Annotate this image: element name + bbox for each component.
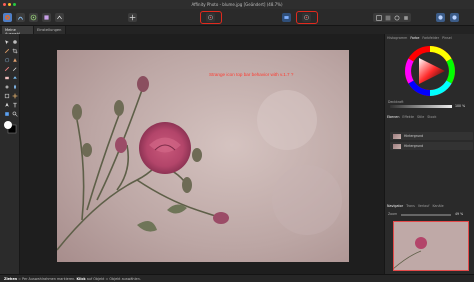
selection-mode-group (373, 13, 411, 22)
layer-thumbnail (393, 133, 401, 139)
move-icon[interactable] (128, 13, 137, 22)
canvas-area[interactable]: Strange icon top bar behavior with v.1.7… (20, 34, 384, 274)
persona-develop-icon[interactable] (29, 13, 38, 22)
layer-name: Hintergrund (404, 134, 424, 138)
tab-farbfelder[interactable]: Farbfelder (422, 36, 439, 42)
studio-icon[interactable] (436, 13, 445, 22)
tab-kanaele[interactable]: Kanäle (432, 204, 443, 210)
zoom-value: 49 % (455, 212, 464, 216)
zoom-tool-icon[interactable] (11, 110, 18, 117)
navigator-preview[interactable] (393, 221, 469, 271)
zoom-slider[interactable] (401, 214, 451, 216)
window-title: Affinity Photo - blume.jpg [Geändert] (4… (191, 2, 283, 7)
status-bar: Ziehen = Per Auswahlrahmen markieren. Kl… (0, 274, 474, 282)
selection-intersect-icon[interactable] (393, 14, 400, 21)
persona-export-icon[interactable] (55, 13, 64, 22)
status-click-label: Klick (76, 277, 86, 281)
tab-ebenen[interactable]: Ebenen (387, 115, 399, 121)
quick-mask-icon[interactable] (302, 13, 311, 22)
tab-pinsel[interactable]: Pinsel (442, 36, 452, 42)
tab-stile[interactable]: Stile (417, 115, 424, 121)
persona-photo-icon[interactable] (3, 13, 12, 22)
color-wheel[interactable] (405, 46, 455, 96)
pen-tool-icon[interactable] (3, 101, 10, 108)
healing-tool-icon[interactable] (11, 92, 18, 99)
arrange-icon[interactable] (402, 14, 409, 21)
tab-stock[interactable]: Stock (427, 115, 436, 121)
snapping-icon[interactable] (282, 13, 291, 22)
toolbar (0, 9, 474, 26)
erase-tool-icon[interactable] (3, 74, 10, 81)
fill-tool-icon[interactable] (11, 74, 18, 81)
blur-tool-icon[interactable] (11, 83, 18, 90)
layer-name: Hintergrund (404, 144, 424, 148)
flood-select-icon[interactable] (11, 56, 18, 63)
persona-liquify-icon[interactable] (16, 13, 25, 22)
tab-navigator[interactable]: Navigator (387, 204, 403, 210)
opacity-slider[interactable] (390, 105, 452, 108)
tab-verlauf[interactable]: Verlauf (418, 204, 430, 210)
title-bar: Affinity Photo - blume.jpg [Geändert] (4… (0, 0, 474, 9)
layer-thumbnail (393, 143, 401, 149)
layer-row[interactable]: Hintergrund (390, 132, 473, 140)
status-text-1: = Per Auswahlrahmen markieren. (18, 277, 76, 281)
shape-tool-icon[interactable] (3, 110, 10, 117)
studio-panel: Histogramm Farbe Farbfelder Pinsel Deckk… (384, 34, 474, 274)
document-tabs: Meine Auswahl Einstellungen (0, 26, 474, 36)
brush-tool-icon[interactable] (3, 47, 10, 54)
paint-brush-icon[interactable] (3, 65, 10, 72)
dodge-tool-icon[interactable] (3, 83, 10, 90)
assistant-icon[interactable] (206, 13, 215, 22)
color-panel-tabs: Histogramm Farbe Farbfelder Pinsel (387, 36, 452, 42)
layer-row[interactable]: Hintergrund (390, 142, 473, 150)
crop-tool-icon[interactable] (11, 47, 18, 54)
workspace-icon[interactable] (450, 13, 459, 22)
selection-subtract-icon[interactable] (384, 14, 391, 21)
tab-einstellungen[interactable]: Einstellungen (34, 26, 66, 34)
tab-farbe[interactable]: Farbe (410, 36, 419, 42)
clone-tool-icon[interactable] (3, 92, 10, 99)
selection-add-icon[interactable] (375, 14, 382, 21)
zoom-label: Zoom (388, 212, 398, 216)
persona-tonemapping-icon[interactable] (42, 13, 51, 22)
opacity-label: Deckkraft (388, 100, 404, 104)
move-tool-icon[interactable] (3, 38, 10, 45)
tools-panel (0, 34, 20, 274)
color-picker-icon[interactable] (11, 65, 18, 72)
tab-trans[interactable]: Trans (406, 204, 415, 210)
photo-image (57, 50, 349, 262)
color-swatch-icon[interactable] (3, 120, 17, 134)
selection-brush-icon[interactable] (3, 56, 10, 63)
tab-histogramm[interactable]: Histogramm (387, 36, 407, 42)
opacity-value: 100 % (455, 104, 466, 108)
status-text-2: auf Objekt = Objekt auswählen. (86, 277, 141, 281)
tab-meine-auswahl[interactable]: Meine Auswahl (2, 26, 34, 36)
status-label: Ziehen (4, 277, 18, 281)
navigator-panel-tabs: Navigator Trans Verlauf Kanäle (387, 204, 444, 210)
layers-panel-tabs: Ebenen Effekte Stile Stock (387, 115, 436, 121)
view-tool-icon[interactable] (11, 38, 18, 45)
text-tool-icon[interactable] (11, 101, 18, 108)
annotation-text: Strange icon top bar behavior with v.1.7… (209, 72, 294, 77)
tab-effekte[interactable]: Effekte (402, 115, 414, 121)
